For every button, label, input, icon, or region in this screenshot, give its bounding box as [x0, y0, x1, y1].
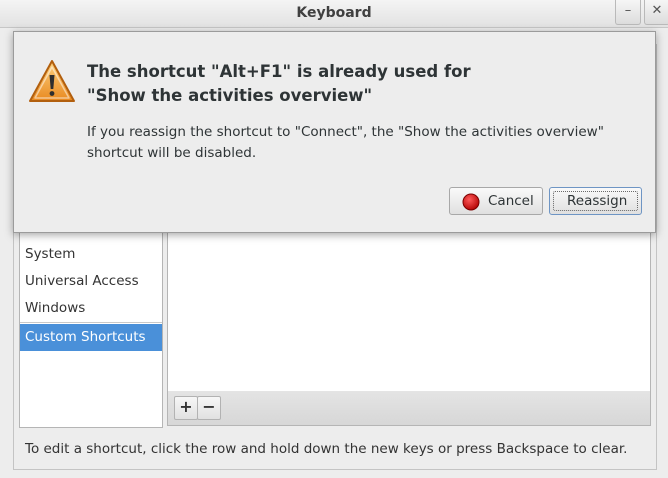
cancel-button[interactable]: Cancel: [449, 187, 543, 215]
remove-shortcut-button[interactable]: −: [197, 396, 221, 420]
shortcut-list[interactable]: [167, 232, 651, 392]
dialog-heading: The shortcut "Alt+F1" is already used fo…: [87, 60, 607, 108]
reassign-button-label: Reassign: [567, 193, 628, 209]
add-shortcut-button[interactable]: +: [174, 396, 198, 420]
cancel-button-label: Cancel: [488, 193, 534, 209]
minimize-button[interactable]: –: [615, 0, 641, 25]
category-item-system[interactable]: System: [25, 246, 75, 262]
category-item-windows[interactable]: Windows: [25, 300, 85, 316]
reassign-button[interactable]: Reassign: [549, 187, 642, 215]
dialog-heading-line: "Show the activities overview": [87, 86, 373, 105]
category-list: System Universal Access Windows Custom S…: [19, 232, 163, 428]
shortcut-toolbar: + −: [167, 391, 651, 426]
dialog-message-line: shortcut will be disabled.: [87, 145, 257, 161]
window-title: Keyboard: [296, 5, 372, 21]
dialog-heading-line: The shortcut "Alt+F1" is already used fo…: [87, 62, 471, 81]
close-button[interactable]: ✕: [644, 0, 668, 25]
category-item-universal-access[interactable]: Universal Access: [25, 273, 139, 289]
conflict-dialog: The shortcut "Alt+F1" is already used fo…: [13, 31, 656, 233]
title-bar: Keyboard – ✕: [0, 0, 668, 28]
category-separator: [20, 322, 162, 323]
dialog-message-line: If you reassign the shortcut to "Connect…: [87, 124, 604, 140]
warning-icon: [29, 60, 75, 102]
dialog-message: If you reassign the shortcut to "Connect…: [87, 122, 617, 164]
stop-icon: [462, 193, 480, 211]
category-item-label: Custom Shortcuts: [25, 329, 146, 345]
hint-text: To edit a shortcut, click the row and ho…: [25, 441, 628, 457]
category-item-custom-shortcuts[interactable]: Custom Shortcuts: [20, 324, 162, 351]
